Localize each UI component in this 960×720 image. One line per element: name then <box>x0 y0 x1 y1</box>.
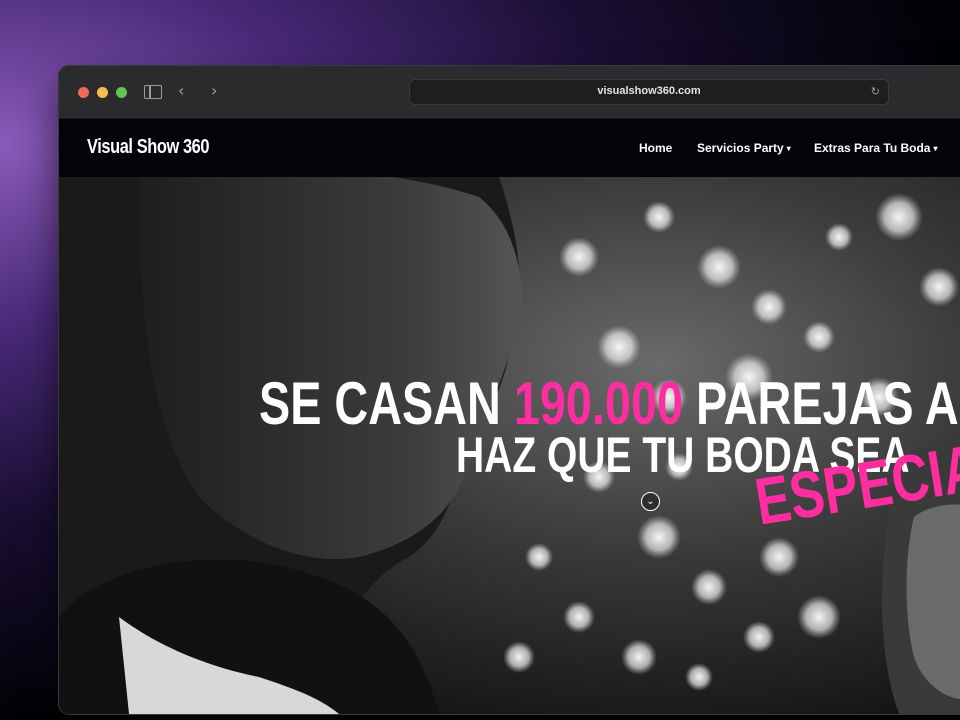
browser-window: ‹ › visualshow360.com ↻ Visual Show 360 … <box>59 66 960 714</box>
forward-arrow-icon[interactable]: › <box>211 83 217 99</box>
close-window-button[interactable] <box>78 87 89 98</box>
chevron-down-icon: ▾ <box>786 144 791 153</box>
reload-icon[interactable]: ↻ <box>871 85 880 98</box>
nav-servicios-party-menu[interactable]: Servicios Party ▾ <box>697 141 791 155</box>
minimize-window-button[interactable] <box>97 87 108 98</box>
nav-extras-label: Extras Para Tu Boda <box>814 141 931 155</box>
chevron-down-icon: ▾ <box>933 144 938 153</box>
back-arrow-icon[interactable]: ‹ <box>178 83 184 99</box>
hero-section: SE CASAN 190.000 PAREJAS AL AÑO HAZ QUE … <box>59 177 960 714</box>
browser-titlebar: ‹ › visualshow360.com ↻ <box>59 66 960 119</box>
nav-home-label: Home <box>639 141 673 155</box>
sidebar-toggle-icon[interactable] <box>144 85 162 99</box>
site-header: Visual Show 360 Home Servicios Party ▾ Ex… <box>59 119 960 177</box>
url-text: visualshow360.com <box>597 85 701 97</box>
nav-home-link[interactable]: Home <box>639 141 672 155</box>
scroll-down-icon[interactable]: ⌄ <box>641 492 660 511</box>
maximize-window-button[interactable] <box>116 87 127 98</box>
nav-extras-boda-menu[interactable]: Extras Para Tu Boda ▾ <box>814 141 938 155</box>
nav-servicios-label: Servicios Party <box>697 141 784 155</box>
hero-headline: SE CASAN 190.000 PAREJAS AL AÑO <box>259 374 960 434</box>
site-logo[interactable]: Visual Show 360 <box>87 136 209 159</box>
address-bar[interactable]: visualshow360.com ↻ <box>409 79 889 105</box>
